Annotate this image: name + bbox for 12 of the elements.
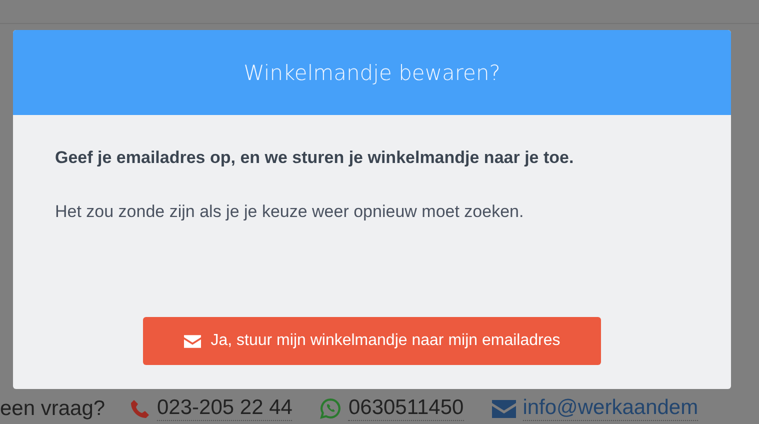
send-cart-button[interactable]: Ja, stuur mijn winkelmandje naar mijn emailadres bbox=[143, 317, 601, 365]
phone-icon bbox=[130, 398, 150, 418]
envelope-icon bbox=[184, 334, 201, 348]
whatsapp-icon bbox=[320, 398, 342, 419]
modal-title: Winkelmandje bewaren? bbox=[244, 60, 500, 84]
contact-link[interactable]: 0630511450 bbox=[348, 396, 464, 421]
contact-link[interactable]: 023-205 22 44 bbox=[157, 396, 292, 421]
body-text: Het zou zonde zijn als je je keuze weer opnieuw moet zoeken. bbox=[55, 202, 525, 222]
contact-link[interactable]: info@werkaandem bbox=[522, 396, 698, 421]
question-text: een vraag? bbox=[0, 396, 106, 420]
envelope-icon bbox=[492, 400, 516, 418]
lead-text: Geef je emailadres op, en we sturen je winkelmandje naar je toe. bbox=[55, 148, 575, 168]
